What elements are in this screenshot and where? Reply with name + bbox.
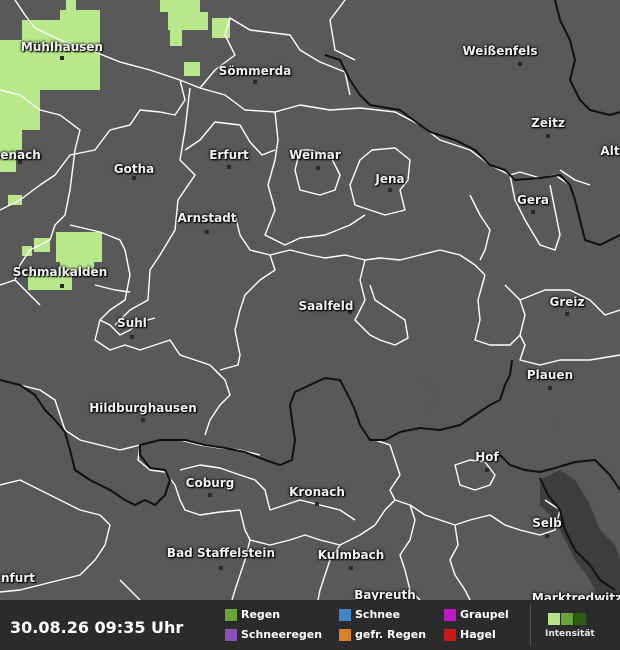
city-label: Schmalkalden xyxy=(12,265,108,279)
legend-divider xyxy=(530,604,531,646)
city-marker xyxy=(60,284,64,288)
city-marker xyxy=(205,230,209,234)
city-label: Bad Staffelstein xyxy=(166,546,276,560)
city-label: Gotha xyxy=(113,162,155,176)
intensity-light xyxy=(548,613,560,625)
city-marker xyxy=(545,534,549,538)
city-marker xyxy=(518,62,522,66)
swatch-schneeregen xyxy=(225,629,237,641)
city-marker xyxy=(219,566,223,570)
intensity-medium xyxy=(561,613,573,625)
city-label: Bayreuth xyxy=(354,588,416,600)
city-label: Arnstadt xyxy=(177,211,237,225)
city-marker xyxy=(485,468,489,472)
swatch-gefr-regen xyxy=(339,629,351,641)
city-label: Mühlhausen xyxy=(20,40,104,54)
city-marker xyxy=(546,134,550,138)
city-marker xyxy=(141,418,145,422)
city-label: Saalfeld xyxy=(298,299,354,313)
swatch-schnee xyxy=(339,609,351,621)
city-marker xyxy=(388,188,392,192)
city-marker xyxy=(531,210,535,214)
legend-footer: 30.08.26 09:35 Uhr Regen Schneeregen Sch… xyxy=(0,600,620,650)
legend-label: gefr. Regen xyxy=(355,628,427,641)
city-label: Erfurt xyxy=(209,148,249,162)
city-marker xyxy=(315,502,319,506)
city-label: Zeitz xyxy=(531,116,565,130)
city-marker xyxy=(132,176,136,180)
city-label: Weimar xyxy=(289,148,341,162)
city-label: Kulmbach xyxy=(317,548,385,562)
city-label: Hof xyxy=(475,450,499,464)
city-label: Coburg xyxy=(185,476,235,490)
city-marker xyxy=(208,493,212,497)
intensity-strong xyxy=(574,613,586,625)
city-marker xyxy=(349,566,353,570)
city-label: Hildburghausen xyxy=(89,401,197,415)
city-marker xyxy=(548,386,552,390)
city-marker xyxy=(253,80,257,84)
city-marker xyxy=(130,335,134,339)
swatch-regen xyxy=(225,609,237,621)
weather-map[interactable]: Mühlhausen Sömmerda Weißenfels Zeitz Alt isen… xyxy=(0,0,620,600)
city-label: Suhl xyxy=(117,316,147,330)
legend-label: Graupel xyxy=(460,608,509,621)
legend-label: Schnee xyxy=(355,608,401,621)
city-marker xyxy=(227,165,231,169)
city-marker xyxy=(565,312,569,316)
city-label: nfurt xyxy=(1,571,35,585)
city-label: Jena xyxy=(375,172,405,186)
czech-region xyxy=(540,470,620,600)
city-label: Sömmerda xyxy=(218,64,292,78)
legend-label: Regen xyxy=(241,608,281,621)
timestamp: 30.08.26 09:35 Uhr xyxy=(10,618,184,637)
city-label: Alt xyxy=(600,144,620,158)
city-label: Selb xyxy=(532,516,562,530)
swatch-hagel xyxy=(444,629,456,641)
legend-label: Schneeregen xyxy=(241,628,323,641)
swatch-graupel xyxy=(444,609,456,621)
city-label: isenach xyxy=(0,148,41,162)
city-label: Marktredwitz xyxy=(531,591,620,600)
city-label: Plauen xyxy=(526,368,574,382)
city-label: Kronach xyxy=(289,485,345,499)
intensity-label: Intensität xyxy=(545,629,595,639)
city-label: Greiz xyxy=(549,295,585,309)
city-marker xyxy=(316,166,320,170)
city-label: Gera xyxy=(516,193,550,207)
city-marker xyxy=(60,56,64,60)
legend-label: Hagel xyxy=(460,628,496,641)
city-label: Weißenfels xyxy=(462,44,538,58)
